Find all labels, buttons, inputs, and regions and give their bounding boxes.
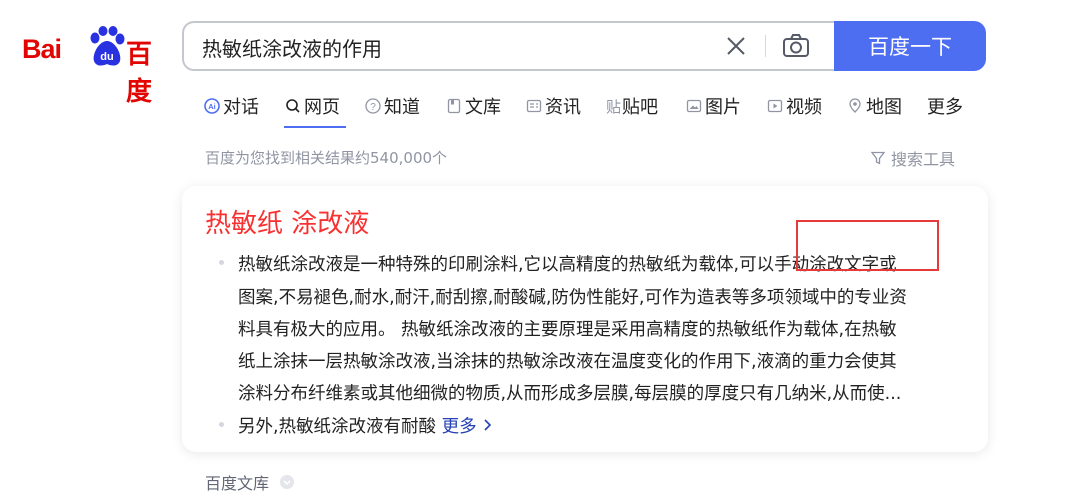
- tab-label: 图片: [705, 97, 741, 118]
- more-link-label: 更多: [441, 417, 477, 437]
- video-icon: [767, 99, 783, 113]
- map-icon: [849, 98, 861, 113]
- document-icon: [447, 98, 461, 114]
- news-icon: [526, 99, 542, 113]
- second-bullet-text: 另外,热敏纸涂改液有耐酸: [238, 417, 437, 437]
- bullet-dot: [219, 260, 224, 265]
- tab-label: 资讯: [545, 97, 581, 118]
- camera-icon[interactable]: [782, 33, 810, 59]
- logo-text-du: du: [100, 51, 113, 63]
- search-input[interactable]: 热敏纸涂改液的作用: [202, 33, 382, 62]
- chevron-right-icon: [484, 419, 492, 431]
- result-snippet-line: 纸上涂抹一层热敏涂改液,当涂抹的热敏涂改液在温度变化的作用下,液滴的重力会使其: [238, 352, 897, 372]
- result-snippet-line: 涂料分布纤维素或其他细微的物质,从而形成多层膜,每层膜的厚度只有几纳米,从而使.…: [238, 384, 902, 404]
- result-snippet-line: 料具有极大的应用。 热敏纸涂改液的主要原理是采用高精度的热敏纸作为载体,在热敏: [238, 320, 897, 340]
- filter-icon: [870, 151, 886, 165]
- tab-zhidao[interactable]: ? 知道: [365, 94, 420, 118]
- logo-text-baidu: 百度: [126, 40, 153, 107]
- tab-label: 贴吧: [622, 97, 659, 118]
- tab-more[interactable]: 更多: [927, 94, 963, 118]
- ai-icon: Ai: [204, 98, 220, 114]
- question-icon: ?: [365, 98, 381, 114]
- more-link[interactable]: 更多: [442, 417, 493, 437]
- active-tab-indicator: [284, 126, 346, 128]
- tieba-icon: 贴: [606, 97, 622, 116]
- tab-label: 网页: [304, 97, 340, 118]
- tab-map[interactable]: 地图: [847, 94, 902, 118]
- tab-web[interactable]: 网页: [285, 94, 340, 118]
- search-icon: [286, 99, 300, 113]
- search-button[interactable]: 百度一下: [834, 21, 986, 71]
- tab-label: 更多: [927, 97, 963, 118]
- tab-label: 知道: [384, 97, 420, 118]
- result-source[interactable]: 百度文库: [205, 470, 295, 494]
- result-snippet-line: 图案,不易褪色,耐水,耐汗,耐刮擦,耐酸碱,防伪性能好,可作为造表等多项领域中的…: [238, 288, 907, 308]
- tab-images[interactable]: 图片: [686, 94, 741, 118]
- tab-label: 地图: [866, 97, 902, 118]
- result-count: 百度为您找到相关结果约540,000个: [205, 149, 448, 167]
- result-second-bullet: 另外,热敏纸涂改液有耐酸 更多: [238, 413, 492, 438]
- tab-news[interactable]: 资讯: [526, 94, 581, 118]
- tab-tieba[interactable]: 贴 贴吧: [606, 94, 658, 118]
- tab-video[interactable]: 视频: [767, 94, 822, 118]
- tab-label: 文库: [465, 97, 501, 118]
- search-tools-button[interactable]: 搜索工具: [870, 146, 955, 170]
- tab-label: 对话: [223, 97, 259, 118]
- search-divider: [765, 35, 766, 57]
- paw-icon: du: [90, 26, 125, 66]
- tab-wenku[interactable]: 文库: [446, 94, 501, 118]
- tab-label: 视频: [786, 97, 822, 118]
- logo-text-bai: Bai: [22, 34, 62, 64]
- image-icon: [686, 99, 702, 113]
- svg-text:Ai: Ai: [208, 102, 216, 111]
- svg-text:?: ?: [370, 102, 376, 113]
- result-title[interactable]: 热敏纸 涂改液: [205, 203, 369, 240]
- source-label: 百度文库: [205, 474, 270, 493]
- tab-chat[interactable]: Ai 对话: [204, 94, 259, 118]
- chevron-down-icon[interactable]: [279, 474, 295, 490]
- baidu-logo[interactable]: Bai du 百度: [22, 24, 162, 107]
- bullet-dot: [219, 422, 224, 427]
- close-icon[interactable]: [724, 34, 748, 58]
- search-tools-label: 搜索工具: [891, 150, 956, 169]
- highlight-annotation-box: [796, 220, 939, 271]
